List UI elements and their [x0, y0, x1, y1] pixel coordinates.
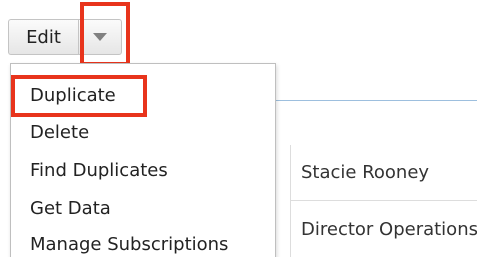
record-table: Stacie Rooney Director Operations [290, 145, 477, 257]
menu-item-find-duplicates[interactable]: Find Duplicates [30, 159, 168, 183]
menu-item-get-data[interactable]: Get Data [30, 197, 111, 221]
record-title-cell[interactable]: Director Operations [291, 202, 477, 257]
duplicate-highlight-box [11, 75, 147, 117]
caret-highlight-box [80, 2, 130, 66]
menu-item-manage-subscriptions[interactable]: Manage Subscriptions [30, 233, 228, 257]
menu-item-delete[interactable]: Delete [30, 121, 89, 145]
header-separator [276, 100, 477, 101]
record-name-cell[interactable]: Stacie Rooney [291, 145, 477, 201]
edit-button[interactable]: Edit [8, 19, 78, 55]
